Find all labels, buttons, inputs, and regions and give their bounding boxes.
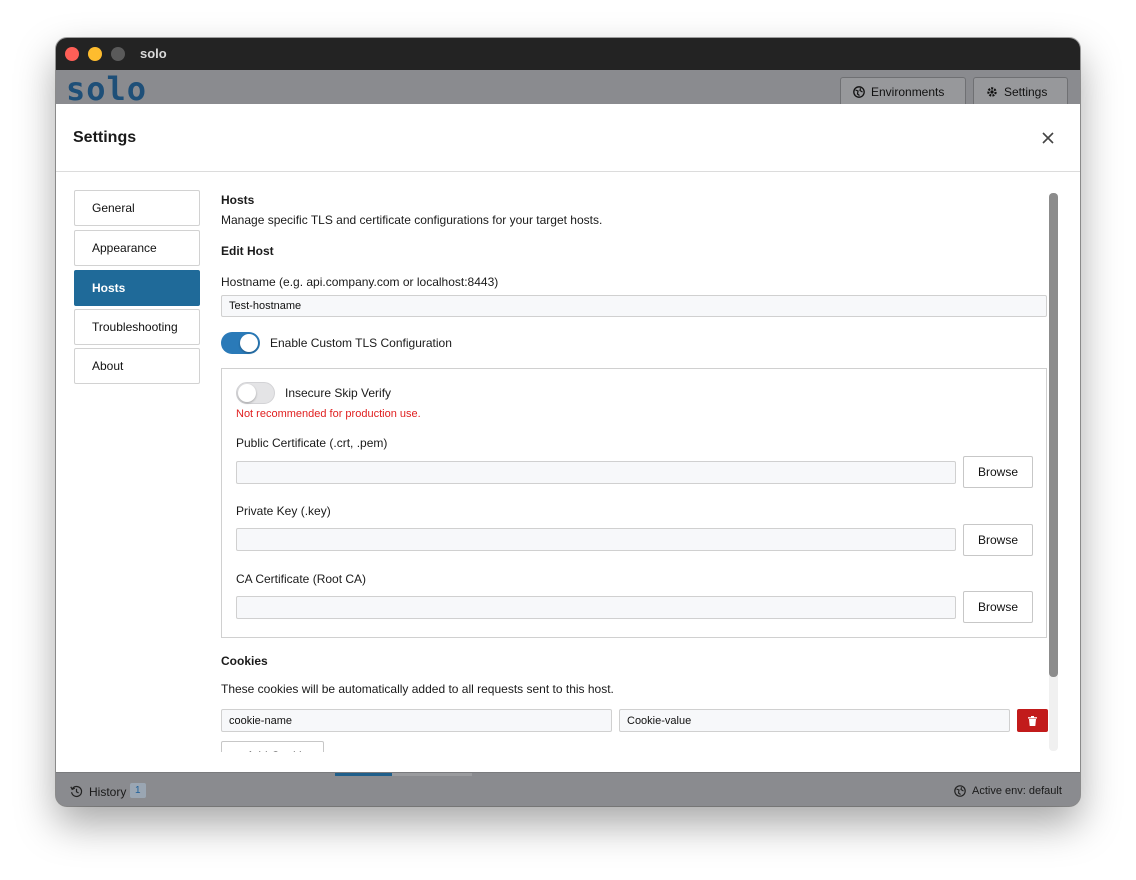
add-cookie-label: + Add Cookie	[221, 741, 324, 752]
status-progress	[335, 773, 392, 776]
globe-icon	[954, 785, 966, 797]
hostname-label: Hostname (e.g. api.company.com or localh…	[221, 275, 499, 289]
scrollbar-thumb[interactable]	[1049, 193, 1058, 677]
history-button[interactable]: History	[89, 785, 126, 799]
nav-item-general[interactable]: General	[74, 190, 200, 226]
settings-label: Settings	[1004, 84, 1048, 99]
close-window-button[interactable]	[65, 47, 79, 61]
ca-cert-label: CA Certificate (Root CA)	[236, 572, 367, 586]
insecure-skip-verify-label: Insecure Skip Verify	[285, 386, 392, 400]
app-header: solo Environments Settings	[56, 70, 1080, 108]
nav-item-about[interactable]: About	[74, 348, 200, 384]
edit-host-heading: Edit Host	[221, 244, 274, 258]
tls-toggle-label: Enable Custom TLS Configuration	[270, 336, 452, 350]
status-bar: History 1 Active env: default	[56, 772, 1080, 806]
globe-icon	[853, 85, 865, 98]
private-key-browse-button[interactable]: Browse	[963, 524, 1033, 556]
hosts-description: Manage specific TLS and certificate conf…	[221, 213, 603, 227]
trash-icon	[1028, 715, 1037, 726]
settings-modal: Settings General Appearance Hosts Troubl…	[56, 104, 1080, 772]
window-title: solo	[140, 46, 167, 61]
ca-cert-browse-button[interactable]: Browse	[963, 591, 1033, 623]
history-count-badge: 1	[130, 783, 146, 798]
public-cert-label: Public Certificate (.crt, .pem)	[236, 436, 388, 450]
private-key-input[interactable]	[236, 528, 956, 551]
title-bar: solo	[56, 38, 1080, 70]
nav-item-label: About	[92, 359, 124, 373]
nav-item-hosts[interactable]: Hosts	[74, 270, 200, 306]
environments-label: Environments	[871, 84, 945, 99]
zoom-window-button[interactable]	[111, 47, 125, 61]
minimize-window-button[interactable]	[88, 47, 102, 61]
status-progress-track	[392, 773, 472, 776]
tls-toggle[interactable]	[221, 332, 260, 354]
cookie-value-input[interactable]: Cookie-value	[619, 709, 1010, 732]
add-cookie-button[interactable]: + Add Cookie	[221, 741, 324, 752]
modal-title: Settings	[73, 129, 137, 146]
hosts-heading: Hosts	[221, 193, 255, 207]
nav-item-troubleshooting[interactable]: Troubleshooting	[74, 309, 200, 345]
history-icon[interactable]	[70, 785, 83, 798]
nav-item-label: Appearance	[92, 241, 157, 255]
nav-item-appearance[interactable]: Appearance	[74, 230, 200, 266]
cookie-name-input[interactable]: cookie-name	[221, 709, 612, 732]
public-cert-input[interactable]	[236, 461, 956, 484]
gear-icon	[987, 86, 997, 97]
settings-button[interactable]: Settings	[973, 77, 1068, 105]
private-key-label: Private Key (.key)	[236, 504, 331, 518]
nav-item-label: Hosts	[92, 281, 126, 295]
app-logo: solo	[66, 70, 148, 108]
close-icon[interactable]	[1038, 128, 1058, 148]
nav-item-label: Troubleshooting	[92, 320, 178, 334]
insecure-warning: Not recommended for production use.	[236, 408, 421, 420]
modal-divider	[56, 171, 1080, 172]
active-env-label: Active env: default	[972, 785, 1062, 797]
hostname-input[interactable]: Test-hostname	[221, 295, 1047, 317]
cookies-description: These cookies will be automatically adde…	[221, 682, 614, 696]
insecure-skip-verify-toggle[interactable]	[236, 382, 275, 404]
ca-cert-input[interactable]	[236, 596, 956, 619]
public-cert-browse-button[interactable]: Browse	[963, 456, 1033, 488]
app-window: solo solo Environments Settings Settings…	[56, 38, 1080, 806]
nav-item-label: General	[92, 201, 135, 215]
cookies-heading: Cookies	[221, 654, 268, 668]
delete-cookie-button[interactable]	[1017, 709, 1048, 732]
environments-button[interactable]: Environments	[840, 77, 966, 105]
